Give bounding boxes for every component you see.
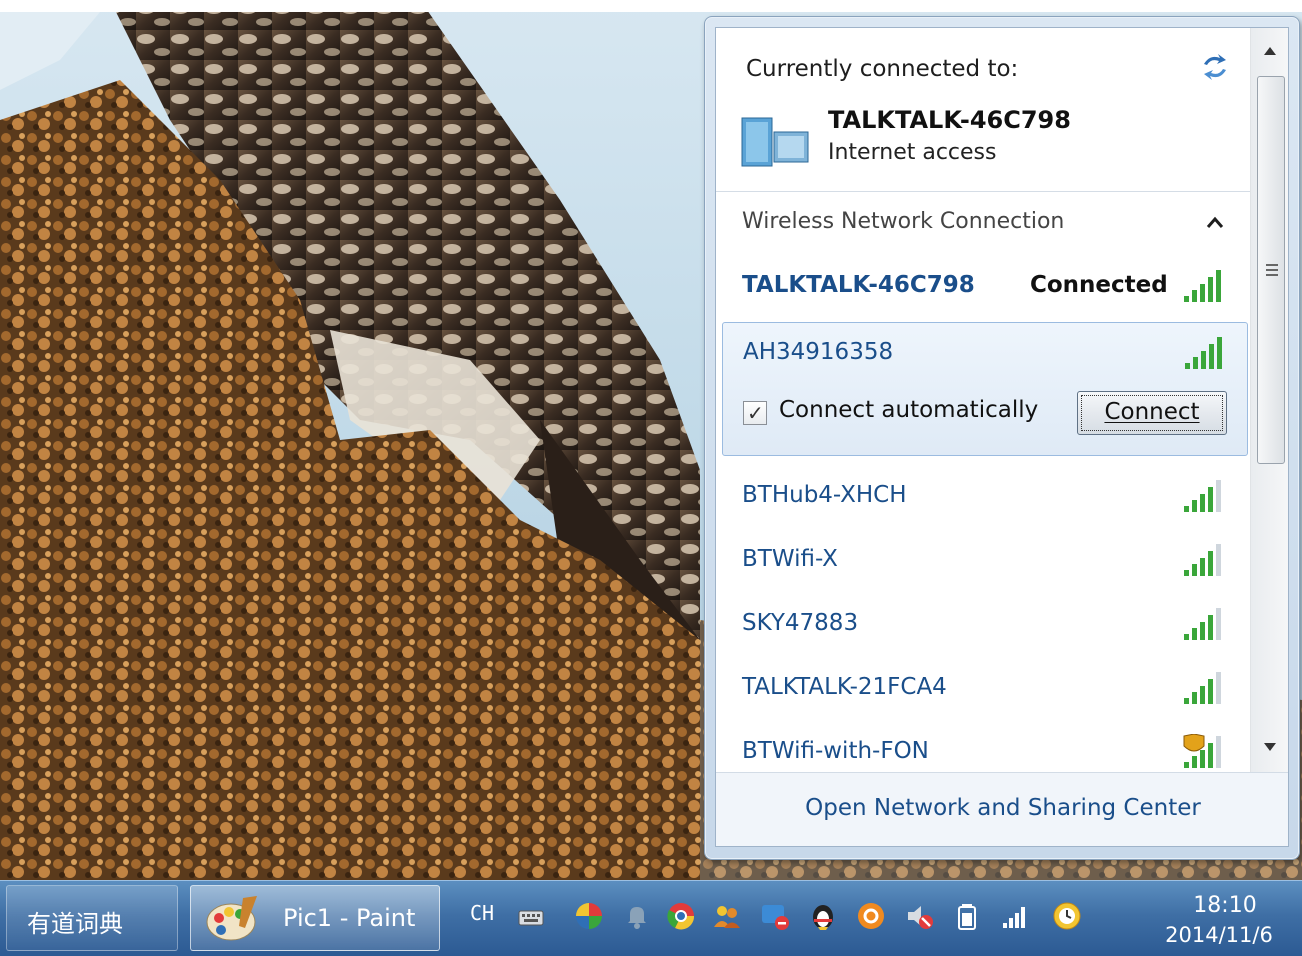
signal-strength-icon [1184,608,1221,640]
scroll-up-arrow-icon[interactable] [1255,34,1285,68]
network-name: BTHub4-XHCH [742,482,907,508]
scroll-grip-icon [1266,264,1278,276]
clock-time[interactable]: 18:10 [1180,893,1270,918]
network-list-scrollbar[interactable] [1250,28,1288,772]
paint-window-label: Pic1 - Paint [283,904,416,932]
network-flyout: Currently connected to: TALKTALK-46C798 … [704,16,1300,860]
dictionary-app-label: 有道词典 [27,910,123,938]
connect-automatically-label: Connect automatically [779,397,1039,423]
network-flyout-content: Currently connected to: TALKTALK-46C798 … [715,27,1289,847]
current-network-status: Internet access [828,140,997,165]
network-name: AH34916358 [743,339,894,365]
taskbar-dictionary-app[interactable]: 有道词典 [6,885,178,951]
flyout-footer: Open Network and Sharing Center [716,772,1288,846]
colorful-pinwheel-icon[interactable] [574,901,604,931]
current-connection-heading: Currently connected to: [746,56,1019,82]
chat-blocked-icon[interactable] [760,901,790,931]
orange-circle-icon[interactable] [856,901,886,931]
keyboard-icon[interactable] [516,901,546,931]
chrome-icon[interactable] [666,901,696,931]
taskbar-paint-window[interactable]: Pic1 - Paint [190,885,440,951]
network-row-selected[interactable]: AH34916358 ✓ Connect automatically Conne… [722,322,1248,456]
people-icon[interactable] [712,901,742,931]
input-language-indicator[interactable]: CH [470,901,494,925]
signal-strength-icon [1185,337,1222,369]
current-network-name: TALKTALK-46C798 [828,106,1071,134]
paint-palette-icon [206,896,257,941]
network-row-connected[interactable]: TALKTALK-46C798 Connected [722,256,1248,320]
network-row[interactable]: BTWifi-X [722,530,1248,594]
wireless-connection-label: Wireless Network Connection [742,209,1065,234]
network-server-icon [741,117,809,167]
refresh-icon[interactable] [1198,52,1232,82]
signal-strength-icon [1184,480,1221,512]
network-row[interactable]: BTHub4-XHCH [722,466,1248,530]
signal-strength-icon [1184,270,1221,302]
chevron-up-icon[interactable] [1206,215,1224,231]
caption-strip [0,0,1302,12]
signal-strength-icon [1184,544,1221,576]
wireless-connection-header[interactable]: Wireless Network Connection [716,193,1250,255]
network-row[interactable]: TALKTALK-21FCA4 [722,658,1248,722]
battery-icon[interactable] [952,901,982,931]
signal-strength-icon [1184,672,1221,704]
signal-bars-icon[interactable] [1000,901,1030,931]
network-name: BTWifi-X [742,546,838,572]
network-row[interactable]: SKY47883 [722,594,1248,658]
shielded-signal-icon [1183,734,1221,768]
clock-app-icon[interactable] [1052,901,1082,931]
network-name: BTWifi-with-FON [742,738,929,764]
penguin-icon[interactable] [808,901,838,931]
network-name: TALKTALK-21FCA4 [742,674,947,700]
checkmark-icon: ✓ [747,401,764,425]
scroll-down-arrow-icon[interactable] [1255,730,1285,764]
scroll-thumb[interactable] [1257,76,1285,464]
open-network-sharing-center-link[interactable]: Open Network and Sharing Center [716,795,1288,821]
network-status: Connected [1030,272,1168,298]
connect-button[interactable]: Connect [1077,391,1227,435]
network-name: SKY47883 [742,610,859,636]
clock-date[interactable]: 2014/11/6 [1152,923,1286,947]
bell-icon[interactable] [622,901,652,931]
taskbar: 有道词典 Pic1 - Paint CH 18:10 2014/11/6 [0,880,1302,956]
network-name: TALKTALK-46C798 [742,272,975,298]
current-connection-section: Currently connected to: TALKTALK-46C798 … [716,28,1250,192]
speaker-muted-icon[interactable] [904,901,934,931]
connect-automatically-checkbox[interactable]: ✓ [743,401,767,425]
focus-ring [1081,395,1223,431]
